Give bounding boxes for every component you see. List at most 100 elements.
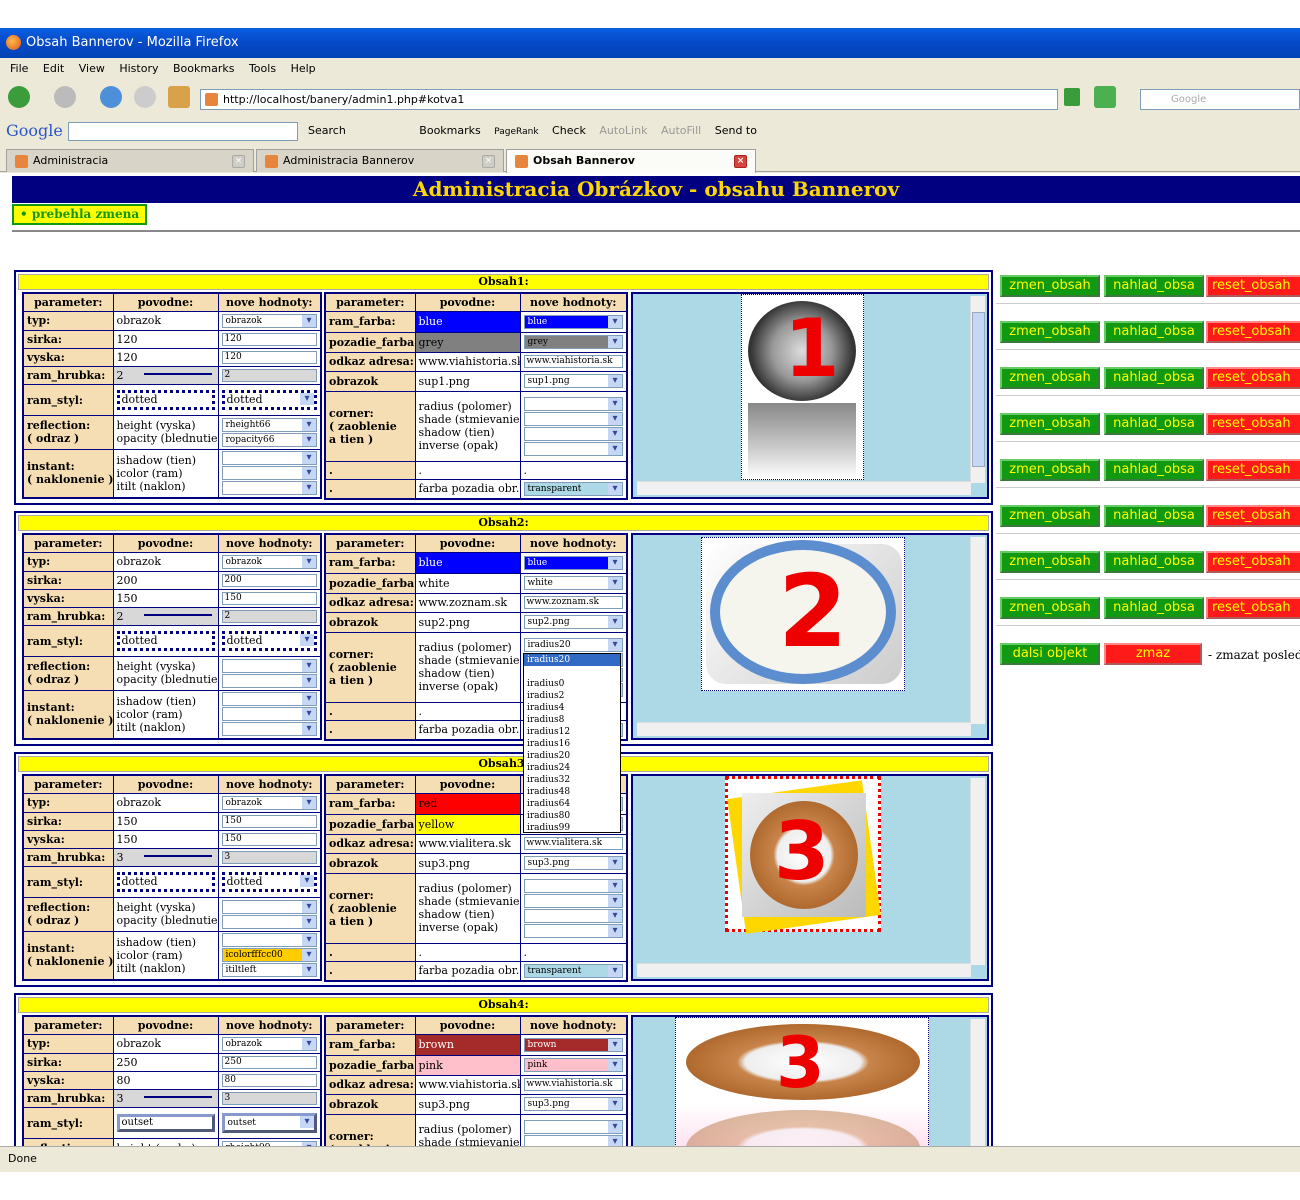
radius-select[interactable]: [523, 878, 623, 893]
vyska-input[interactable]: 120: [221, 351, 317, 365]
nahlad-obsah-button[interactable]: nahlad_obsa: [1104, 413, 1204, 435]
ram-farba-select[interactable]: brown: [523, 1037, 623, 1052]
instant-shadow-select[interactable]: [221, 692, 317, 707]
menu-tools[interactable]: Tools: [249, 58, 276, 80]
shadow-select[interactable]: [523, 908, 623, 923]
google-toolbar-input[interactable]: [68, 122, 298, 141]
zmen-obsah-button[interactable]: zmen_obsah: [1000, 505, 1100, 527]
dropdown-option[interactable]: [524, 666, 620, 678]
dropdown-option[interactable]: iradius32: [524, 774, 620, 786]
ram-farba-select[interactable]: blue: [523, 555, 623, 570]
instant-tilt-select[interactable]: [221, 722, 317, 737]
reflection-opacity-select[interactable]: [221, 914, 317, 929]
inverse-select[interactable]: [523, 923, 623, 938]
address-bar[interactable]: http://localhost/banery/admin1.php#kotva…: [200, 89, 1058, 110]
reset-obsah-button[interactable]: reset_obsah: [1206, 505, 1300, 527]
preview-hscrollbar[interactable]: [637, 963, 971, 977]
dropdown-option[interactable]: iradius4: [524, 702, 620, 714]
farba-pozadia-select[interactable]: transparent: [523, 481, 623, 496]
forward-icon[interactable]: [54, 86, 76, 108]
obrazok-select[interactable]: sup3.png: [523, 856, 623, 870]
google-search-input[interactable]: Google: [1140, 89, 1300, 110]
reset-obsah-button[interactable]: reset_obsah: [1206, 275, 1300, 297]
dropdown-option[interactable]: iradius99: [524, 822, 620, 834]
preview-vscrollbar[interactable]: [970, 537, 985, 724]
reflection-opacity-select[interactable]: ropacity66: [221, 432, 317, 447]
radius-dropdown-list[interactable]: iradius20 iradius0 iradius2 iradius4 iradius…: [523, 653, 621, 833]
gt-autolink[interactable]: AutoLink: [599, 124, 647, 137]
go-icon[interactable]: [1064, 88, 1080, 106]
menu-file[interactable]: File: [10, 58, 28, 80]
radius-select[interactable]: iradius20: [523, 637, 623, 652]
stop-icon[interactable]: [134, 86, 156, 108]
gt-check[interactable]: Check: [552, 124, 586, 137]
reset-obsah-button[interactable]: reset_obsah: [1206, 597, 1300, 619]
shade-select[interactable]: [523, 411, 623, 426]
gt-pagerank[interactable]: PageRank: [494, 127, 538, 137]
preview-vscrollbar[interactable]: [970, 296, 985, 483]
home-icon[interactable]: [168, 86, 190, 108]
instant-tilt-select[interactable]: itiltleft: [221, 963, 317, 978]
hrubka-input[interactable]: 3: [221, 1092, 317, 1106]
odkaz-input[interactable]: www.viahistoria.sk: [523, 355, 623, 368]
nahlad-obsah-button[interactable]: nahlad_obsa: [1104, 367, 1204, 389]
zmen-obsah-button[interactable]: zmen_obsah: [1000, 275, 1100, 297]
reset-obsah-button[interactable]: reset_obsah: [1206, 551, 1300, 573]
reset-obsah-button[interactable]: reset_obsah: [1206, 413, 1300, 435]
shade-select[interactable]: [523, 893, 623, 908]
vyska-input[interactable]: 150: [221, 592, 317, 606]
tab-obsah-bannerov[interactable]: Obsah Bannerov ×: [506, 149, 756, 173]
preview-hscrollbar[interactable]: [637, 481, 971, 495]
tab-administracia-bannerov[interactable]: Administracia Bannerov ×: [256, 149, 504, 172]
dropdown-option[interactable]: iradius20: [524, 654, 620, 666]
gt-bookmarks[interactable]: Bookmarks: [419, 124, 480, 137]
reflection-height-select[interactable]: [221, 658, 317, 673]
menu-bookmarks[interactable]: Bookmarks: [173, 58, 234, 80]
reset-obsah-button[interactable]: reset_obsah: [1206, 459, 1300, 481]
typ-select[interactable]: obrazok: [221, 795, 317, 810]
pozadie-farba-select[interactable]: pink: [523, 1058, 623, 1072]
dropdown-option[interactable]: iradius20: [524, 750, 620, 762]
vyska-input[interactable]: 80: [221, 1074, 317, 1088]
hrubka-input[interactable]: 2: [221, 610, 317, 624]
reload-icon[interactable]: [100, 86, 122, 108]
menu-view[interactable]: View: [79, 58, 105, 80]
ram-farba-select[interactable]: blue: [523, 314, 623, 329]
tab-administracia[interactable]: Administracia ×: [6, 149, 254, 172]
instant-color-select[interactable]: [221, 707, 317, 722]
hrubka-input[interactable]: 3: [221, 851, 317, 865]
dropdown-option[interactable]: iradius80: [524, 810, 620, 822]
zmaz-button[interactable]: zmaz: [1104, 643, 1202, 665]
sirka-input[interactable]: 250: [221, 1055, 317, 1069]
zmen-obsah-button[interactable]: zmen_obsah: [1000, 413, 1100, 435]
zmen-obsah-button[interactable]: zmen_obsah: [1000, 321, 1100, 343]
vyska-input[interactable]: 150: [221, 833, 317, 847]
dropdown-option[interactable]: iradius2: [524, 690, 620, 702]
zmen-obsah-button[interactable]: zmen_obsah: [1000, 459, 1100, 481]
gt-sendto[interactable]: Send to: [715, 124, 757, 137]
dropdown-option[interactable]: iradius0: [524, 678, 620, 690]
instant-color-select[interactable]: icolorfffcc00: [221, 948, 317, 963]
menu-help[interactable]: Help: [291, 58, 316, 80]
shadow-select[interactable]: [523, 426, 623, 441]
typ-select[interactable]: obrazok: [221, 554, 317, 569]
reset-obsah-button[interactable]: reset_obsah: [1206, 321, 1300, 343]
dropdown-option[interactable]: iradius16: [524, 738, 620, 750]
odkaz-input[interactable]: www.viahistoria.sk: [523, 1078, 623, 1091]
reset-obsah-button[interactable]: reset_obsah: [1206, 367, 1300, 389]
ram-styl-select[interactable]: outset: [221, 1113, 317, 1133]
odkaz-input[interactable]: www.vialitera.sk: [523, 837, 623, 850]
zmen-obsah-button[interactable]: zmen_obsah: [1000, 551, 1100, 573]
nahlad-obsah-button[interactable]: nahlad_obsa: [1104, 275, 1204, 297]
nahlad-obsah-button[interactable]: nahlad_obsa: [1104, 551, 1204, 573]
instant-color-select[interactable]: [221, 466, 317, 481]
tab-close-icon[interactable]: ×: [734, 155, 747, 168]
shade-select[interactable]: [523, 1134, 623, 1146]
instant-shadow-select[interactable]: [221, 451, 317, 466]
back-icon[interactable]: [8, 86, 30, 108]
nahlad-obsah-button[interactable]: nahlad_obsa: [1104, 505, 1204, 527]
dropdown-option[interactable]: iradius24: [524, 762, 620, 774]
ram-styl-select[interactable]: dotted: [221, 390, 317, 410]
dropdown-option[interactable]: iradius64: [524, 798, 620, 810]
radius-select[interactable]: [523, 1119, 623, 1134]
